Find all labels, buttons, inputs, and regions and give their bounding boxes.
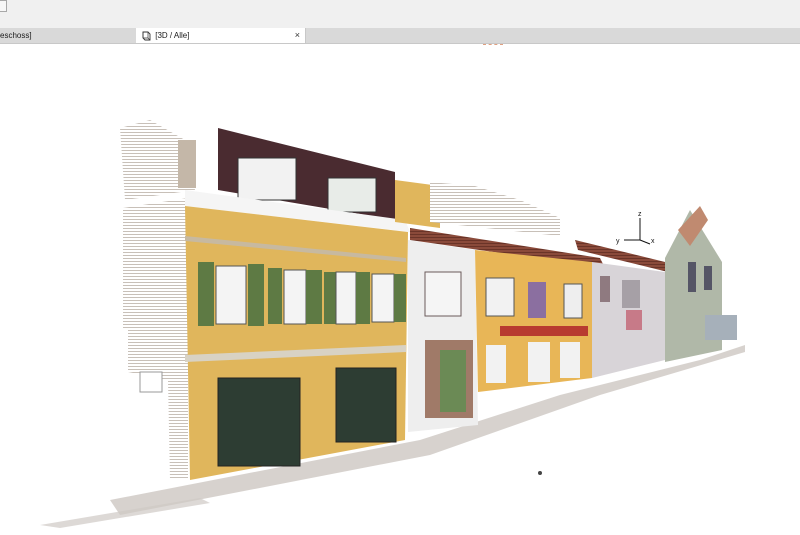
tab-3d-view[interactable]: [3D / Alle] × bbox=[136, 28, 306, 43]
point-cloud-scene[interactable]: z y x bbox=[0, 44, 800, 530]
tab-3d-view-label: [3D / Alle] bbox=[155, 31, 190, 40]
axis-gizmo[interactable]: z y x bbox=[616, 211, 655, 245]
tab-floor-plan-label: eschoss] bbox=[0, 31, 32, 40]
axis-z-label: z bbox=[638, 211, 642, 218]
shop-building bbox=[475, 250, 592, 392]
toolbar-grip-handle[interactable] bbox=[0, 0, 7, 12]
tab-floor-plan[interactable]: eschoss] bbox=[0, 28, 136, 43]
close-icon[interactable]: × bbox=[295, 28, 300, 43]
3d-viewport[interactable]: z y x bbox=[0, 44, 800, 530]
left-side-wall bbox=[120, 120, 196, 480]
axis-x-label: x bbox=[651, 238, 655, 245]
toolbar bbox=[0, 0, 800, 29]
tab-bar: eschoss] [3D / Alle] × bbox=[0, 28, 800, 44]
axis-y-label: y bbox=[616, 238, 620, 245]
3d-view-icon bbox=[142, 31, 151, 41]
